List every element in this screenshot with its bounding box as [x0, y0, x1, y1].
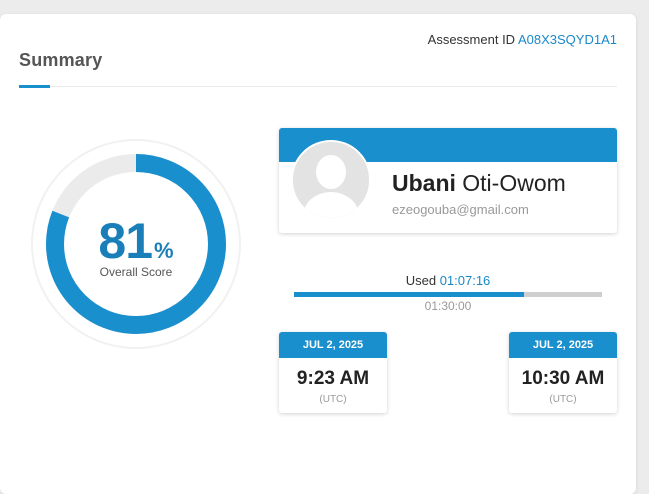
start-timezone: (UTC) [319, 394, 347, 405]
page-title: Summary [19, 50, 103, 70]
time-progress-bar [294, 292, 602, 297]
end-time-card: JUL 2, 2025 10:30 AM (UTC) [509, 332, 617, 413]
time-used-value: 01:07:16 [439, 273, 491, 288]
start-date: JUL 2, 2025 [279, 332, 387, 358]
start-time: 9:23 AM [296, 368, 370, 389]
time-used-label: Used [405, 273, 437, 288]
candidate-first-name: Ubani [392, 170, 456, 196]
candidate-card: Ubani Oti-Owom ezeogouba@gmail.com [279, 128, 617, 233]
title-underline-accent [19, 85, 50, 88]
score-number: 81 [98, 213, 153, 269]
time-used: Used 01:07:16 [294, 273, 602, 288]
score-gauge: 81% Overall Score [30, 138, 242, 350]
end-time: 10:30 AM [521, 368, 605, 389]
avatar [291, 140, 371, 220]
score-label: Overall Score [99, 265, 173, 279]
assessment-id-label: Assessment ID [427, 32, 516, 47]
score-value: 81% [30, 212, 242, 270]
assessment-id: Assessment ID A08X3SQYD1A1 [428, 32, 617, 47]
score-unit: % [154, 238, 174, 263]
title-divider [19, 86, 617, 87]
assessment-id-value[interactable]: A08X3SQYD1A1 [518, 32, 617, 47]
candidate-last-name: Oti-Owom [462, 170, 566, 196]
end-date: JUL 2, 2025 [509, 332, 617, 358]
start-time-card: JUL 2, 2025 9:23 AM (UTC) [279, 332, 387, 413]
user-placeholder-icon [293, 142, 369, 218]
candidate-name: Ubani Oti-Owom [392, 170, 566, 197]
summary-card: Assessment ID A08X3SQYD1A1 Summary 81% O… [0, 14, 636, 494]
time-total: 01:30:00 [424, 299, 472, 313]
time-progress-fill [294, 292, 525, 297]
candidate-email: ezeogouba@gmail.com [392, 202, 529, 217]
end-timezone: (UTC) [549, 394, 577, 405]
